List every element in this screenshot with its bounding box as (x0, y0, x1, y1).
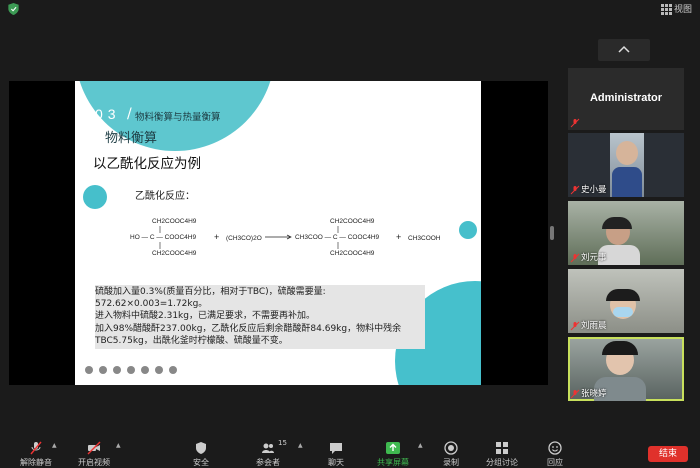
participant-name: 张晓婷 (581, 389, 607, 399)
mic-muted-icon (570, 253, 580, 263)
person-figure (612, 167, 642, 197)
participant-tile[interactable]: 刘元事 (568, 201, 684, 265)
formula-plus: + (396, 232, 401, 242)
formula-left-mid: HO — C — COOC4H9 (130, 234, 196, 241)
share-screen-button[interactable]: 共享屏幕 (363, 437, 423, 467)
section-slash: / (127, 106, 132, 122)
fullscreen-icon[interactable] (141, 366, 149, 374)
formula-reagent: (CH3CO)2O (226, 235, 262, 242)
chevron-up-icon (618, 45, 630, 53)
mic-muted-icon (570, 321, 580, 331)
slide-textbox: 硫酸加入量0.3%(质量百分比，相对于TBC)，硫酸需要量: 572.62×0.… (95, 285, 425, 349)
toolbar-label: 回应 (547, 458, 563, 467)
more-icon[interactable] (169, 366, 177, 374)
breakout-rooms-button[interactable]: 分组讨论 (472, 437, 532, 467)
participant-name: 刘雨晨 (581, 321, 607, 331)
view-button[interactable]: 视图 (660, 2, 692, 15)
reaction-icon (548, 441, 562, 455)
face-mask (613, 307, 633, 317)
unmute-button[interactable]: 解除静音 (6, 437, 66, 467)
mic-muted-icon (570, 185, 580, 195)
prev-slide-icon[interactable] (85, 366, 93, 374)
participant-tile-active-speaker[interactable]: 张晓婷 (568, 337, 684, 401)
participant-tile[interactable]: 刘雨晨 (568, 269, 684, 333)
chat-button[interactable]: 聊天 (306, 437, 366, 467)
formula-plus: + (214, 232, 219, 242)
toolbar-label: 安全 (193, 458, 209, 467)
participant-name: Administrator (589, 92, 663, 104)
caret-up-icon[interactable]: ▲ (298, 442, 303, 449)
toolbar-label: 聊天 (328, 458, 344, 467)
section-title: 物料衡算与热量衡算 (135, 112, 221, 123)
slides-icon[interactable] (155, 366, 163, 374)
next-slide-icon[interactable] (99, 366, 107, 374)
formula-left-top: CH2COOC4H9 (152, 218, 197, 225)
participant-tile[interactable]: 史小曼 (568, 133, 684, 197)
toolbar-label: 共享屏幕 (377, 458, 409, 467)
formula-right-mid: CH3COO — C — COOC4H9 (295, 234, 380, 241)
participant-count: 15 (278, 439, 287, 447)
reactions-button[interactable]: 回应 (525, 437, 585, 467)
eraser-icon[interactable] (127, 366, 135, 374)
pen-icon[interactable] (113, 366, 121, 374)
reaction-formula: CH2COOC4H9 HO — C — COOC4H9 CH2COOC4H9 +… (130, 218, 441, 257)
end-meeting-button[interactable]: 结束 (648, 446, 688, 462)
slide-subtitle: 物料衡算 (105, 131, 158, 146)
collapse-panel-button[interactable] (598, 39, 650, 61)
breakout-icon (496, 442, 508, 454)
record-icon (444, 441, 458, 455)
participants-icon (262, 443, 274, 453)
text-line: 572.62×0.003=1.72kg。 (95, 299, 208, 310)
toolbar-label: 开启视频 (78, 458, 110, 467)
toolbar-label: 参会者 (256, 458, 280, 467)
presentation-slide: 03 / 物料衡算与热量衡算 物料衡算 以乙酰化反应为例 乙酰化反应： CH2C… (75, 81, 481, 385)
shield-icon (196, 442, 206, 454)
participants-button[interactable]: 15 参会者 (238, 437, 298, 467)
start-video-button[interactable]: 开启视频 (64, 437, 124, 467)
caret-up-icon[interactable]: ▲ (52, 442, 57, 449)
participant-name: 刘元事 (581, 253, 607, 263)
toolbar-label: 解除静音 (20, 458, 52, 467)
chat-icon (330, 443, 342, 454)
section-number: 03 (95, 106, 121, 122)
text-line: 硫酸加入量0.3%(质量百分比，相对于TBC)，硫酸需要量: (95, 287, 326, 297)
split-handle[interactable] (550, 226, 554, 240)
reaction-label: 乙酰化反应： (135, 191, 195, 202)
participant-name: 史小曼 (581, 185, 607, 195)
share-screen-icon (386, 442, 400, 454)
formula-product: CH3COOH (408, 235, 441, 242)
mic-muted-icon (570, 389, 580, 399)
person-figure (602, 217, 632, 229)
slide-controls (85, 366, 177, 374)
person-figure (602, 341, 638, 355)
person-figure (616, 141, 638, 165)
text-line: 进入物料中硫酸2.31kg，已满足要求，不需要再补加。 (95, 311, 315, 322)
security-button[interactable]: 安全 (171, 437, 231, 467)
formula-right-bot: CH2COOC4H9 (330, 250, 375, 257)
shield-icon[interactable] (8, 3, 19, 15)
toolbar-label: 分组讨论 (486, 458, 518, 467)
caret-up-icon[interactable]: ▲ (116, 442, 121, 449)
video-off-icon (87, 441, 101, 455)
text-line: 加入98%醋酸酐237.00kg，乙酰化反应后剩余醋酸酐84.69kg，物料中残… (95, 323, 402, 334)
person-figure (606, 289, 640, 301)
view-label: 视图 (673, 5, 692, 15)
grid-icon (660, 3, 672, 15)
mic-muted-icon (30, 441, 42, 455)
formula-left-bot: CH2COOC4H9 (152, 250, 197, 257)
meeting-toolbar: 解除静音 ▲ 开启视频 ▲ 安全 15 参会者 ▲ 聊天 共享屏幕 ▲ 录制 分… (0, 437, 700, 467)
mic-muted-icon (570, 118, 580, 128)
top-bar: 视图 (0, 0, 700, 18)
slide-heading: 以乙酰化反应为例 (93, 156, 201, 172)
text-line: TBC5.75kg，出酰化釜时柠檬酸、硫酸量不变。 (95, 335, 288, 346)
formula-right-top: CH2COOC4H9 (330, 218, 375, 225)
participant-tile-admin[interactable]: Administrator (568, 68, 684, 130)
decorative-dot (83, 185, 107, 209)
